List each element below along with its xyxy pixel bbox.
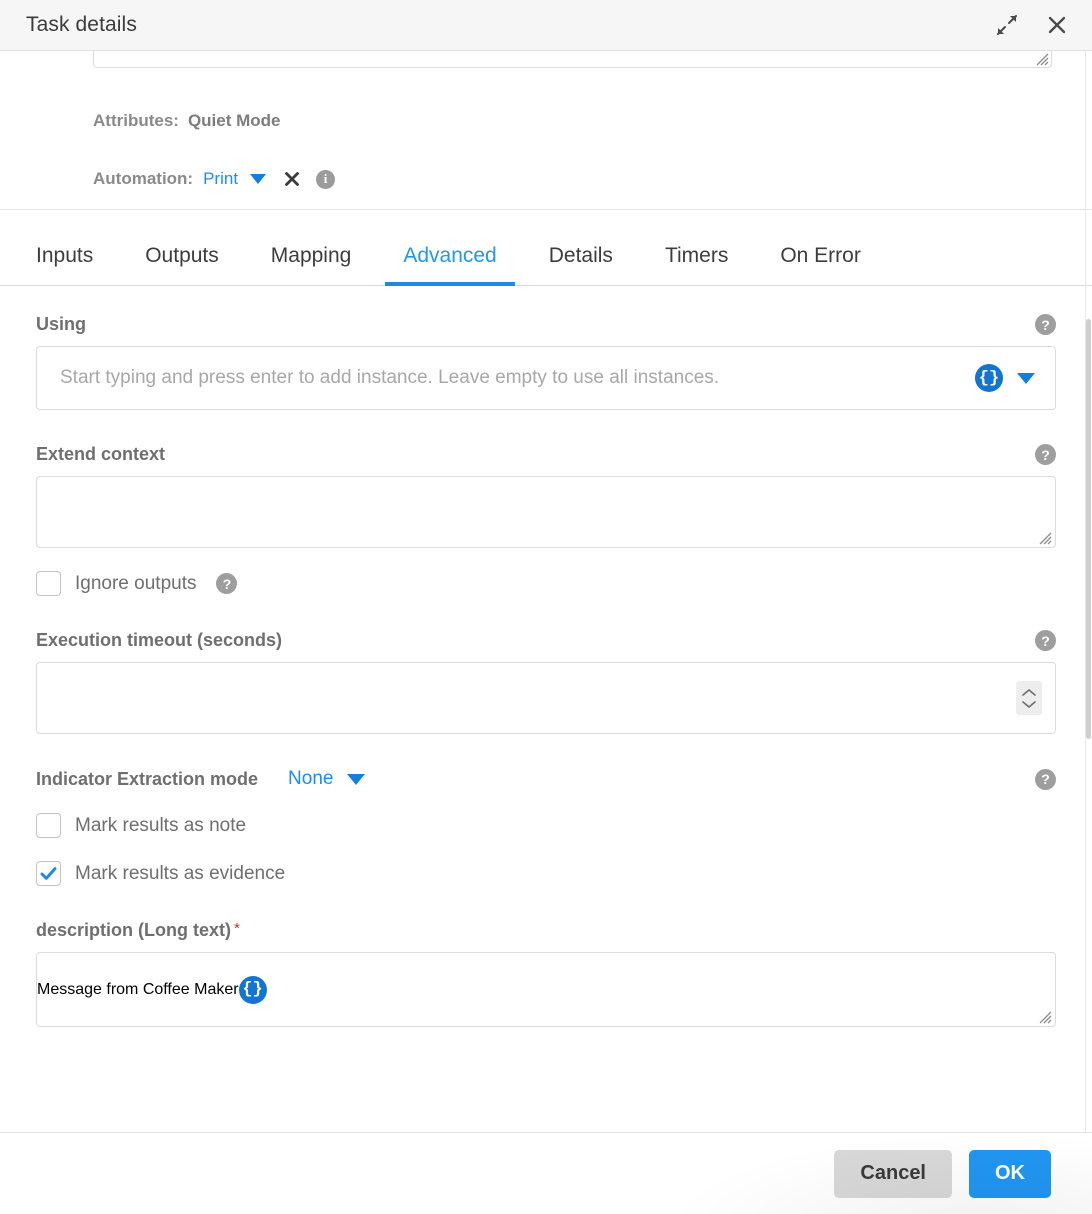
attributes-row: Attributes: Quiet Mode bbox=[0, 111, 1092, 131]
help-icon[interactable]: ? bbox=[1035, 314, 1056, 335]
execution-timeout-input[interactable] bbox=[36, 662, 1056, 734]
execution-timeout-label: Execution timeout (seconds) bbox=[36, 630, 283, 650]
using-field-group: Using ? Start typing and press enter to … bbox=[36, 314, 1056, 410]
task-details-dialog: Task details Attributes: Quiet Mode Auto… bbox=[0, 0, 1092, 1214]
chevron-down-icon[interactable] bbox=[1017, 372, 1035, 384]
tab-timers[interactable]: Timers bbox=[665, 244, 728, 285]
checkmark-icon bbox=[40, 867, 57, 880]
clear-x-icon[interactable] bbox=[283, 170, 301, 188]
info-icon[interactable]: i bbox=[316, 169, 336, 189]
ok-button[interactable]: OK bbox=[969, 1149, 1051, 1198]
titlebar-actions bbox=[994, 12, 1070, 38]
tab-advanced[interactable]: Advanced bbox=[385, 244, 516, 286]
using-placeholder: Start typing and press enter to add inst… bbox=[60, 367, 720, 388]
chevron-down-icon[interactable] bbox=[250, 174, 267, 184]
description-field-group: description (Long text) * Message from Co… bbox=[36, 920, 1056, 1027]
chevron-down-icon[interactable] bbox=[347, 773, 366, 785]
ignore-outputs-row: Ignore outputs ? bbox=[36, 571, 1056, 596]
vertical-scrollbar[interactable] bbox=[1085, 51, 1092, 1132]
help-icon[interactable]: ? bbox=[1035, 768, 1056, 790]
spinner-stepper-icon[interactable] bbox=[1016, 681, 1042, 715]
using-label-row: Using ? bbox=[36, 314, 1056, 335]
mark-note-checkbox[interactable] bbox=[36, 813, 61, 838]
tab-mapping[interactable]: Mapping bbox=[271, 244, 352, 285]
curly-braces-icon[interactable]: {} bbox=[238, 975, 267, 1004]
mark-evidence-row: Mark results as evidence bbox=[36, 861, 1056, 886]
expand-diagonal-icon[interactable] bbox=[994, 12, 1020, 38]
task-meta-section: Attributes: Quiet Mode Automation: Print… bbox=[0, 51, 1092, 210]
execution-timeout-field-group: Execution timeout (seconds) ? bbox=[36, 630, 1056, 734]
required-marker: * bbox=[234, 920, 240, 937]
indicator-extraction-row: Indicator Extraction mode None ? bbox=[36, 768, 1056, 790]
dialog-body: Attributes: Quiet Mode Automation: Print… bbox=[0, 51, 1092, 1132]
extend-context-label: Extend context bbox=[36, 444, 166, 464]
mark-note-label: Mark results as note bbox=[75, 814, 247, 836]
resize-handle-icon bbox=[1039, 532, 1052, 545]
description-label-wrap: description (Long text) * bbox=[36, 920, 240, 941]
indicator-extraction-value[interactable]: None bbox=[288, 768, 333, 790]
tab-on-error[interactable]: On Error bbox=[780, 244, 861, 285]
tab-inputs[interactable]: Inputs bbox=[36, 244, 93, 285]
tab-outputs[interactable]: Outputs bbox=[145, 244, 219, 285]
execution-timeout-label-row: Execution timeout (seconds) ? bbox=[36, 630, 1056, 651]
ignore-outputs-label: Ignore outputs bbox=[75, 572, 197, 594]
using-label: Using bbox=[36, 314, 87, 334]
indicator-extraction-label: Indicator Extraction mode bbox=[36, 768, 259, 789]
dialog-footer: Cancel OK bbox=[0, 1132, 1092, 1214]
using-input[interactable]: Start typing and press enter to add inst… bbox=[36, 346, 1056, 410]
mark-evidence-label: Mark results as evidence bbox=[75, 862, 286, 884]
automation-value-link[interactable]: Print bbox=[203, 169, 238, 189]
tab-bar: Inputs Outputs Mapping Advanced Details … bbox=[0, 210, 1092, 286]
description-value: Message from Coffee Maker bbox=[37, 980, 239, 998]
automation-label: Automation: bbox=[93, 169, 194, 188]
help-icon[interactable]: ? bbox=[1035, 630, 1056, 651]
using-input-icons: {} bbox=[975, 364, 1055, 392]
cancel-button[interactable]: Cancel bbox=[834, 1149, 952, 1198]
ignore-outputs-checkbox[interactable] bbox=[36, 571, 61, 596]
help-icon[interactable]: ? bbox=[1035, 444, 1056, 465]
extend-context-textarea[interactable] bbox=[36, 476, 1056, 548]
mark-note-row: Mark results as note bbox=[36, 813, 1056, 838]
attributes-value: Quiet Mode bbox=[187, 111, 281, 130]
advanced-tab-form: Using ? Start typing and press enter to … bbox=[0, 314, 1092, 1027]
close-icon[interactable] bbox=[1044, 12, 1070, 38]
resize-handle-icon bbox=[1036, 53, 1049, 66]
scrollbar-thumb[interactable] bbox=[1086, 319, 1091, 739]
tab-details[interactable]: Details bbox=[549, 244, 613, 285]
scrolled-textarea-remnant[interactable] bbox=[93, 51, 1052, 68]
automation-row: Automation: Print i bbox=[0, 169, 1092, 189]
mark-evidence-checkbox[interactable] bbox=[36, 861, 61, 886]
indicator-extraction-left: Indicator Extraction mode None bbox=[36, 768, 366, 790]
description-textarea[interactable]: Message from Coffee Maker {} bbox=[36, 952, 1056, 1027]
description-label: description (Long text) bbox=[36, 920, 231, 940]
resize-handle-icon bbox=[1039, 1011, 1052, 1024]
help-icon[interactable]: ? bbox=[216, 573, 238, 594]
extend-context-field-group: Extend context ? bbox=[36, 444, 1056, 548]
description-icons: {} bbox=[238, 975, 287, 1004]
dialog-titlebar: Task details bbox=[0, 0, 1092, 51]
attributes-label: Attributes: bbox=[93, 111, 179, 130]
page-title: Task details bbox=[26, 13, 137, 36]
extend-context-label-row: Extend context ? bbox=[36, 444, 1056, 465]
description-label-row: description (Long text) * bbox=[36, 920, 1056, 941]
curly-braces-icon[interactable]: {} bbox=[975, 364, 1003, 392]
